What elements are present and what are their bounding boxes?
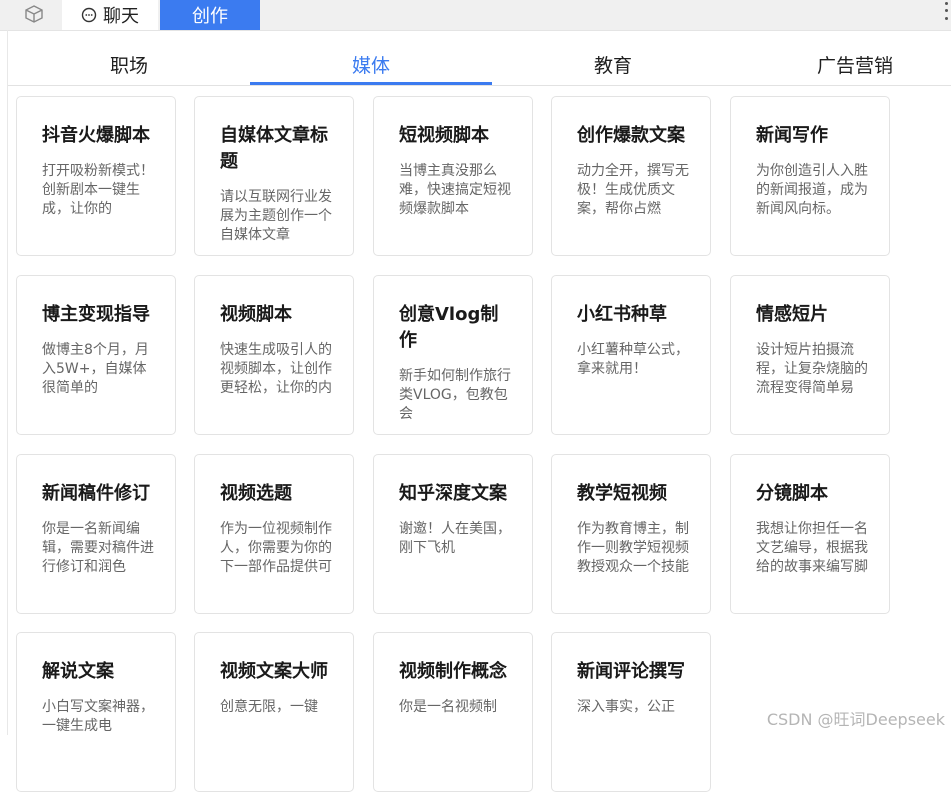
mode-bar: 聊天 创作 xyxy=(0,0,951,31)
category-divider xyxy=(8,85,951,86)
card-description: 小红薯种草公式，拿来就用！ xyxy=(577,342,689,377)
template-card[interactable]: 知乎深度文案谢邀！人在美国，刚下飞机 xyxy=(373,454,533,614)
card-title: 视频文案大师 xyxy=(220,661,328,682)
template-card[interactable]: 小红书种草小红薯种草公式，拿来就用！ xyxy=(551,275,711,435)
card-description: 打开吸粉新模式！创新剧本一键生成，让你的 xyxy=(42,163,154,217)
card-description: 创意无限，一键 xyxy=(220,699,318,715)
tab-chat-label: 聊天 xyxy=(103,6,139,27)
template-card[interactable]: 新闻评论撰写深入事实，公正 xyxy=(551,632,711,792)
category-tab-advertising[interactable]: 广告营销 xyxy=(734,44,951,84)
card-title: 教学短视频 xyxy=(577,483,667,504)
card-description: 作为教育博主，制作一则教学短视频教授观众一个技能或知识点 xyxy=(577,521,689,575)
card-description: 你是一名新闻编辑，需要对稿件进行修订和润色 xyxy=(42,521,154,575)
cube-icon[interactable] xyxy=(24,5,44,23)
card-title: 视频制作概念 xyxy=(399,661,507,682)
card-description: 作为一位视频制作人，你需要为你的下一部作品提供可能的选题 xyxy=(220,521,332,575)
category-tab-label: 广告营销 xyxy=(816,54,893,77)
card-description: 小白写文案神器，一键生成电 xyxy=(42,699,154,734)
card-title: 自媒体文章标题 xyxy=(220,125,328,172)
template-card[interactable]: 视频脚本快速生成吸引人的视频脚本，让创作更轻松，让你的内容更引人 xyxy=(194,275,354,435)
template-card[interactable]: 自媒体文章标题请以互联网行业发展为主题创作一个自媒体文章 xyxy=(194,96,354,256)
card-description: 当博主真没那么难，快速搞定短视频爆款脚本 xyxy=(399,163,511,217)
template-card-grid: 抖音火爆脚本打开吸粉新模式！创新剧本一键生成，让你的 自媒体文章标题请以互联网行… xyxy=(16,96,916,792)
category-tab-workplace[interactable]: 职场 xyxy=(8,44,250,84)
card-title: 创意Vlog制作 xyxy=(399,304,499,351)
template-card[interactable]: 分镜脚本我想让你担任一名文艺编导，根据我给的故事来编写脚本，用标 xyxy=(730,454,890,614)
category-tab-label: 职场 xyxy=(109,54,148,77)
template-card[interactable]: 解说文案小白写文案神器，一键生成电 xyxy=(16,632,176,792)
template-card[interactable]: 抖音火爆脚本打开吸粉新模式！创新剧本一键生成，让你的 xyxy=(16,96,176,256)
card-description: 深入事实，公正 xyxy=(577,699,675,715)
chat-bubble-icon xyxy=(81,7,97,23)
card-title: 分镜脚本 xyxy=(756,483,828,504)
card-description: 做博主8个月，月入5W+，自媒体很简单的 xyxy=(42,342,149,396)
card-title: 新闻评论撰写 xyxy=(577,661,685,682)
card-description: 动力全开，撰写无极！生成优质文案，帮你占燃 xyxy=(577,163,689,217)
tab-create-label: 创作 xyxy=(192,6,228,27)
card-title: 视频选题 xyxy=(220,483,292,504)
more-vertical-icon[interactable] xyxy=(943,0,949,22)
card-title: 小红书种草 xyxy=(577,304,667,325)
card-title: 短视频脚本 xyxy=(399,125,489,146)
tab-create[interactable]: 创作 xyxy=(160,0,260,30)
tab-chat[interactable]: 聊天 xyxy=(62,0,158,30)
card-title: 知乎深度文案 xyxy=(399,483,507,504)
template-card[interactable]: 创意Vlog制作新手如何制作旅行类VLOG，包教包会 xyxy=(373,275,533,435)
card-title: 创作爆款文案 xyxy=(577,125,685,146)
card-title: 新闻写作 xyxy=(756,125,828,146)
category-tab-media[interactable]: 媒体 xyxy=(250,44,492,86)
watermark: CSDN @旺词Deepseek xyxy=(766,710,945,729)
card-title: 解说文案 xyxy=(42,661,114,682)
template-card[interactable]: 短视频脚本当博主真没那么难，快速搞定短视频爆款脚本 xyxy=(373,96,533,256)
card-title: 视频脚本 xyxy=(220,304,292,325)
category-tabs: 职场 媒体 教育 广告营销 xyxy=(8,44,951,86)
template-card[interactable]: 视频文案大师创意无限，一键 xyxy=(194,632,354,792)
category-tab-label: 教育 xyxy=(593,54,632,77)
card-description: 设计短片拍摄流程，让复杂烧脑的流程变得简单易懂。 xyxy=(756,342,868,396)
template-card[interactable]: 新闻稿件修订你是一名新闻编辑，需要对稿件进行修订和润色 xyxy=(16,454,176,614)
template-card[interactable]: 情感短片设计短片拍摄流程，让复杂烧脑的流程变得简单易懂。 xyxy=(730,275,890,435)
category-tab-education[interactable]: 教育 xyxy=(492,44,734,84)
card-description: 新手如何制作旅行类VLOG，包教包会 xyxy=(399,368,511,422)
card-title: 情感短片 xyxy=(756,304,828,325)
template-card[interactable]: 视频制作概念你是一名视频制 xyxy=(373,632,533,792)
card-title: 新闻稿件修订 xyxy=(42,483,150,504)
template-card[interactable]: 视频选题作为一位视频制作人，你需要为你的下一部作品提供可能的选题 xyxy=(194,454,354,614)
card-title: 抖音火爆脚本 xyxy=(42,125,150,146)
divider xyxy=(7,30,8,735)
card-description: 快速生成吸引人的视频脚本，让创作更轻松，让你的内容更引人 xyxy=(220,342,332,396)
card-description: 谢邀！人在美国，刚下飞机 xyxy=(399,521,511,556)
card-description: 为你创造引人入胜的新闻报道，成为新闻风向标。 xyxy=(756,163,868,217)
card-title: 博主变现指导 xyxy=(42,304,150,325)
template-card[interactable]: 教学短视频作为教育博主，制作一则教学短视频教授观众一个技能或知识点 xyxy=(551,454,711,614)
card-description: 你是一名视频制 xyxy=(399,699,497,715)
template-card[interactable]: 新闻写作为你创造引人入胜的新闻报道，成为新闻风向标。 xyxy=(730,96,890,256)
template-card[interactable]: 博主变现指导做博主8个月，月入5W+，自媒体很简单的 xyxy=(16,275,176,435)
card-description: 我想让你担任一名文艺编导，根据我给的故事来编写脚本，用标 xyxy=(756,521,868,575)
card-description: 请以互联网行业发展为主题创作一个自媒体文章 xyxy=(220,189,332,243)
template-card[interactable]: 创作爆款文案动力全开，撰写无极！生成优质文案，帮你占燃 xyxy=(551,96,711,256)
category-tab-label: 媒体 xyxy=(351,54,390,77)
